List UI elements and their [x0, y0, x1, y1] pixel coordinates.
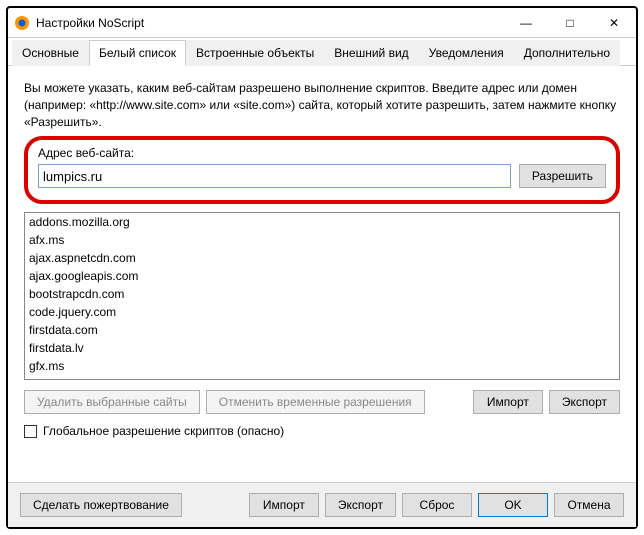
remove-selected-button[interactable]: Удалить выбранные сайты: [24, 390, 200, 414]
tabs: Основные Белый список Встроенные объекты…: [8, 38, 636, 66]
list-item[interactable]: firstdata.lv: [25, 339, 619, 357]
import-button[interactable]: Импорт: [249, 493, 319, 517]
donate-button[interactable]: Сделать пожертвование: [20, 493, 182, 517]
tab-whitelist[interactable]: Белый список: [89, 40, 186, 66]
list-item[interactable]: code.jquery.com: [25, 303, 619, 321]
address-label: Адрес веб-сайта:: [38, 146, 606, 160]
tab-general[interactable]: Основные: [12, 40, 89, 66]
ok-button[interactable]: OK: [478, 493, 548, 517]
address-input[interactable]: [38, 164, 511, 188]
tab-appearance[interactable]: Внешний вид: [324, 40, 418, 66]
reset-button[interactable]: Сброс: [402, 493, 472, 517]
export-button[interactable]: Экспорт: [325, 493, 396, 517]
app-icon: [14, 15, 30, 31]
list-item[interactable]: firstdata.com: [25, 321, 619, 339]
revoke-temp-button[interactable]: Отменить временные разрешения: [206, 390, 425, 414]
dialog-window: Настройки NoScript — □ ✕ Основные Белый …: [6, 6, 638, 529]
export-list-button[interactable]: Экспорт: [549, 390, 620, 414]
tab-notifications[interactable]: Уведомления: [419, 40, 514, 66]
tab-content: Вы можете указать, каким веб-сайтам разр…: [8, 66, 636, 448]
list-item[interactable]: ajax.aspnetcdn.com: [25, 249, 619, 267]
description-text: Вы можете указать, каким веб-сайтам разр…: [24, 80, 620, 130]
site-list[interactable]: addons.mozilla.org afx.ms ajax.aspnetcdn…: [24, 212, 620, 380]
maximize-button[interactable]: □: [548, 8, 592, 37]
titlebar: Настройки NoScript — □ ✕: [8, 8, 636, 38]
cancel-button[interactable]: Отмена: [554, 493, 624, 517]
import-list-button[interactable]: Импорт: [473, 390, 543, 414]
close-button[interactable]: ✕: [592, 8, 636, 37]
list-item[interactable]: ajax.googleapis.com: [25, 267, 619, 285]
minimize-button[interactable]: —: [504, 8, 548, 37]
global-allow-checkbox[interactable]: [24, 425, 37, 438]
highlighted-input-area: Адрес веб-сайта: Разрешить: [24, 136, 620, 204]
global-allow-label: Глобальное разрешение скриптов (опасно): [43, 424, 284, 438]
allow-button[interactable]: Разрешить: [519, 164, 606, 188]
list-item[interactable]: gfx.ms: [25, 357, 619, 375]
tab-embedded[interactable]: Встроенные объекты: [186, 40, 324, 66]
list-item[interactable]: bootstrapcdn.com: [25, 285, 619, 303]
list-item[interactable]: addons.mozilla.org: [25, 213, 619, 231]
tab-advanced[interactable]: Дополнительно: [514, 40, 620, 66]
list-item[interactable]: afx.ms: [25, 231, 619, 249]
bottom-button-bar: Сделать пожертвование Импорт Экспорт Сбр…: [8, 482, 636, 527]
window-title: Настройки NoScript: [36, 16, 504, 30]
